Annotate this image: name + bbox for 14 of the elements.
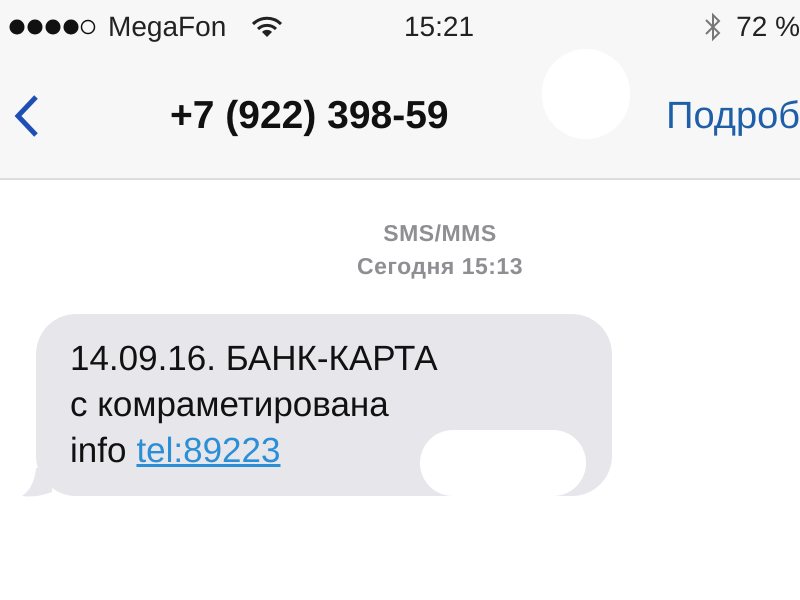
message-service: SMS/MMS (383, 220, 497, 247)
contact-number: +7 (922) 398-59 (170, 94, 449, 138)
message-timestamp: Сегодня 15:13 (356, 253, 524, 280)
message-text: с комраметирована (70, 384, 390, 426)
details-link[interactable]: Подроб (666, 94, 800, 138)
message-text: 14.09.16. БАНК-КАРТА (70, 338, 439, 380)
signal-icon (8, 18, 96, 36)
back-icon[interactable] (14, 94, 40, 138)
clock-time: 15:21 (404, 11, 474, 43)
bluetooth-icon (704, 12, 722, 42)
message-text: info (70, 430, 126, 472)
battery-percent: 72 % (736, 11, 800, 43)
wifi-icon (252, 16, 282, 38)
carrier-name: MegaFon (108, 11, 226, 43)
